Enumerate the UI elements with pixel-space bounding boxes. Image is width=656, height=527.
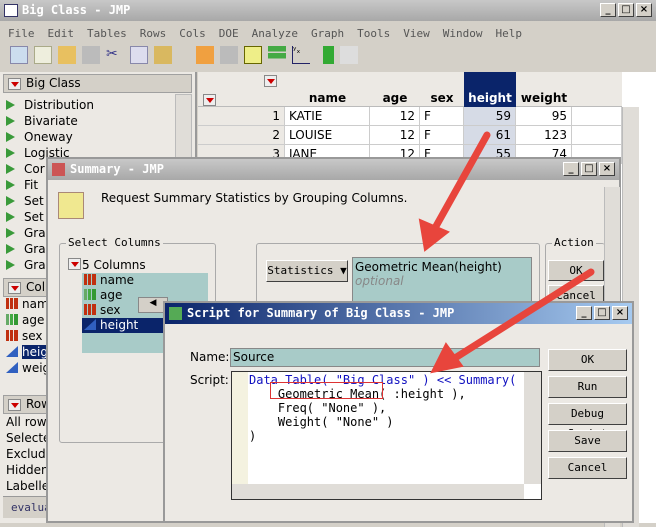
arrow-to-statistic <box>431 131 491 232</box>
annotation-arrows <box>418 131 595 374</box>
arrow-to-script <box>451 268 595 362</box>
